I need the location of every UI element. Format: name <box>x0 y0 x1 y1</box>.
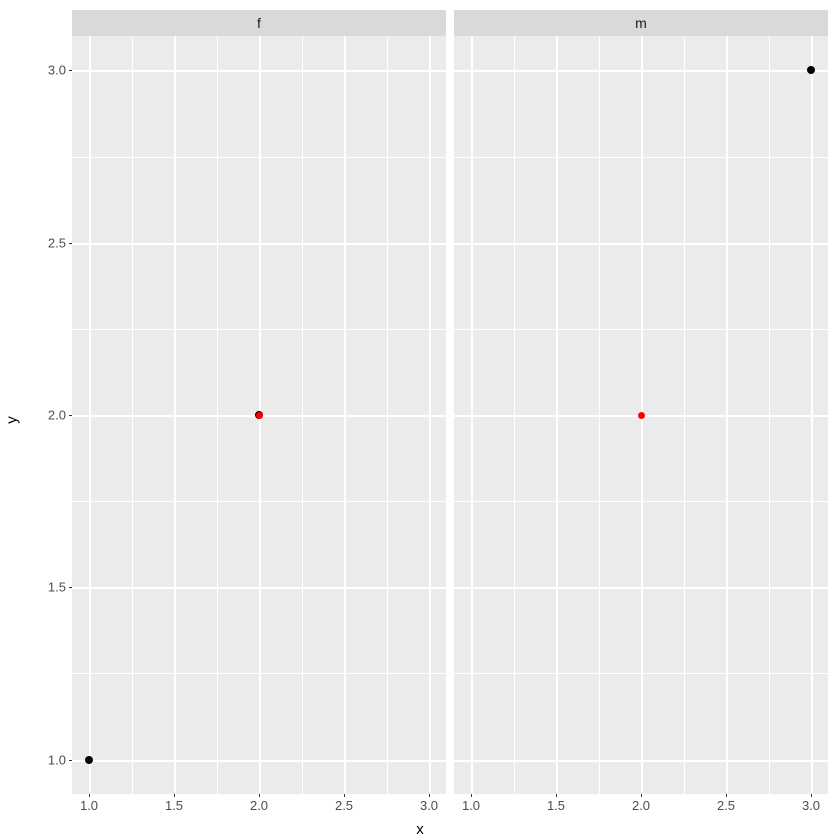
faceted-scatter-chart: y x f m 1.01.52.02.53.01.01.52.02.53.0 1… <box>0 0 840 840</box>
facet-strip-m: m <box>454 10 828 36</box>
panel-m: 1.01.52.02.53.0 <box>454 36 828 794</box>
x-axis-title: x <box>416 821 424 838</box>
data-point <box>807 66 815 74</box>
panel-f: 1.01.52.02.53.01.01.52.02.53.0 <box>72 36 446 794</box>
facet-grid: f m 1.01.52.02.53.01.01.52.02.53.0 1.01.… <box>72 10 828 794</box>
y-axis-title: y <box>3 416 20 424</box>
data-point <box>638 412 645 419</box>
data-point <box>85 756 93 764</box>
data-point <box>256 412 263 419</box>
facet-strip-f: f <box>72 10 446 36</box>
